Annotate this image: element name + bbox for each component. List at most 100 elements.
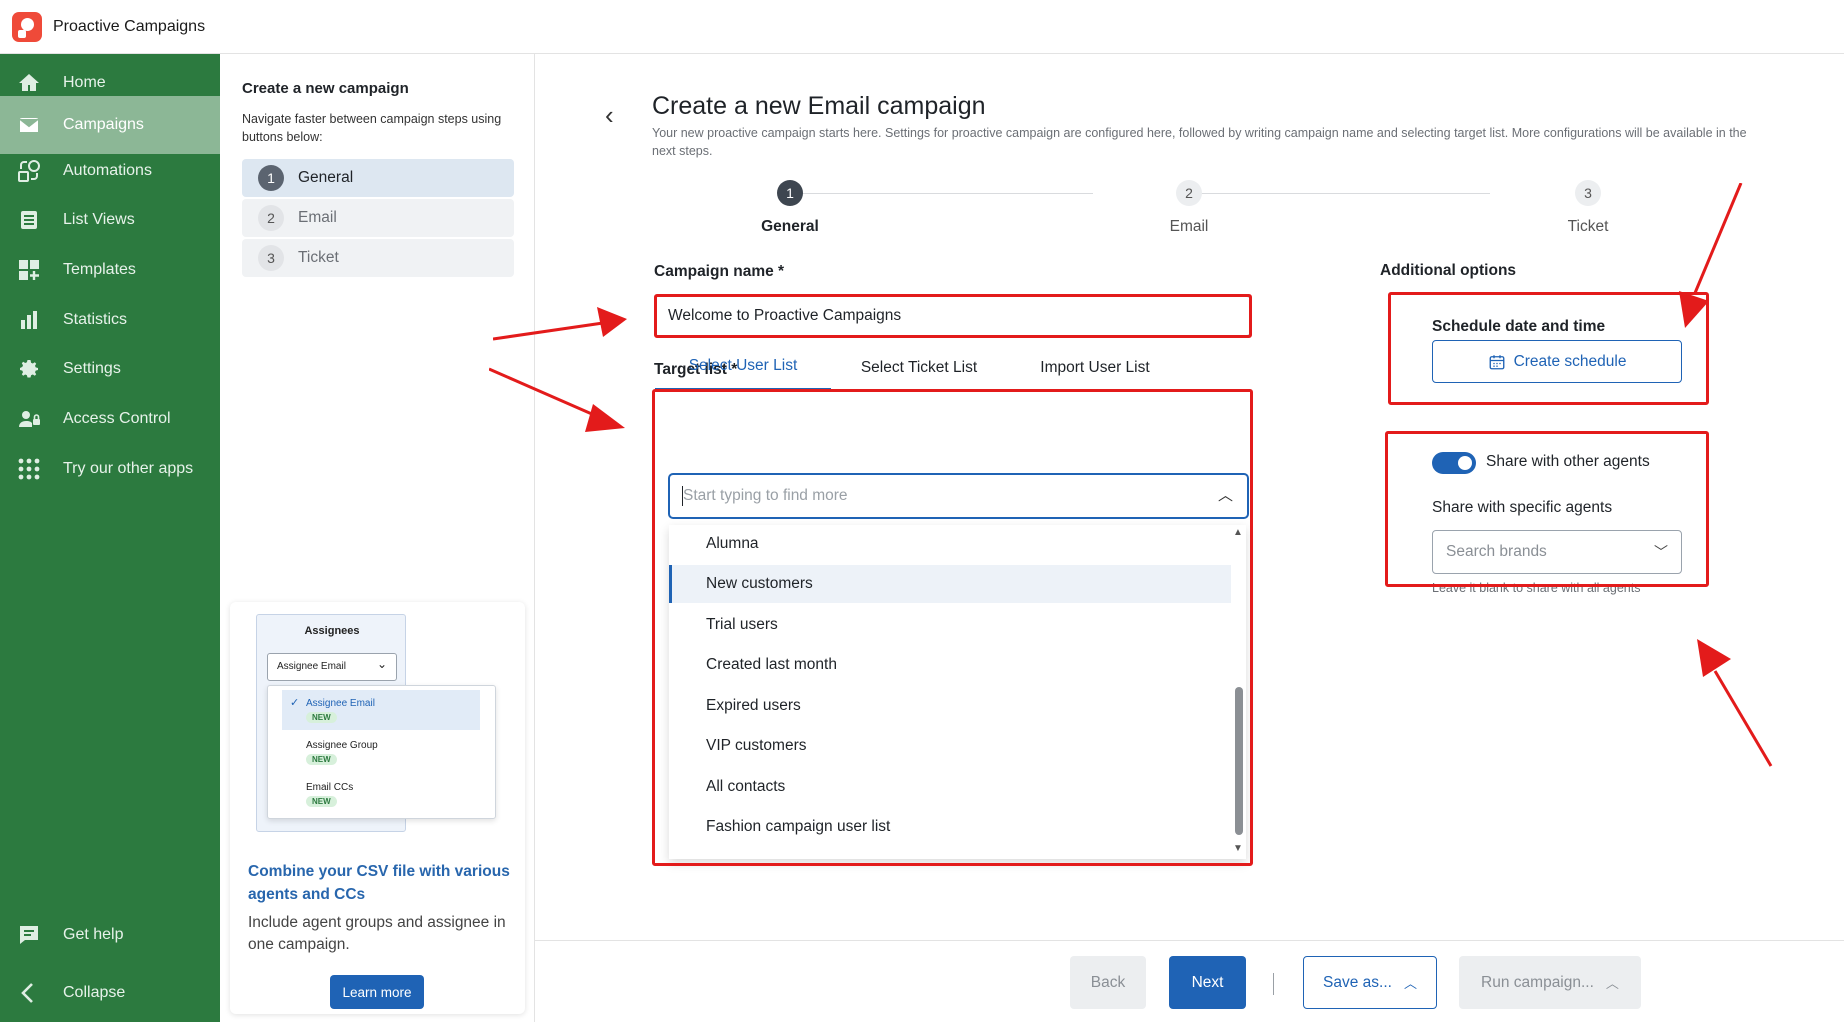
sidebar-item-label: Try our other apps (63, 460, 194, 477)
run-campaign-button[interactable]: Run campaign... ︿ (1459, 956, 1641, 1009)
mini-option-label: Assignee Email (306, 698, 375, 709)
save-as-button[interactable]: Save as... ︿ (1303, 956, 1437, 1009)
steps-panel-description: Navigate faster between campaign steps u… (242, 112, 502, 144)
mini-heading: Assignees (304, 625, 360, 637)
dropdown-scrollbar[interactable]: ▲ ▼ (1231, 525, 1246, 859)
promo-illustration: Assignees Assignee Email ✓ Assignee Emai… (256, 614, 496, 832)
app-title: Proactive Campaigns (53, 17, 206, 35)
home-icon (15, 69, 43, 97)
automation-icon (15, 157, 43, 185)
top-bar: Proactive Campaigns (0, 0, 1844, 54)
sidebar-item-get-help[interactable]: Get help (0, 906, 220, 964)
list-icon (15, 206, 43, 234)
sidebar-item-collapse[interactable]: Collapse (0, 964, 220, 1022)
step-nav-email[interactable]: 2 Email (242, 199, 514, 237)
additional-options-title: Additional options (1380, 262, 1517, 279)
grid-dots-icon (15, 455, 43, 483)
stepper-connector (1192, 193, 1490, 194)
gear-icon (15, 355, 43, 383)
promo-card: Assignees Assignee Email ✓ Assignee Emai… (230, 602, 525, 1014)
target-list-search-input[interactable]: Start typing to find more ︿ (668, 473, 1249, 519)
dropdown-option[interactable]: Expired users (669, 687, 1231, 725)
stepper-step-email[interactable]: 2 (1176, 180, 1202, 206)
search-brands-select[interactable]: Search brands ﹀ (1432, 530, 1682, 574)
tab-select-ticket-list[interactable]: Select Ticket List (831, 344, 1007, 391)
dropdown-option[interactable]: Trial users (669, 606, 1231, 644)
text-caret (682, 486, 683, 506)
mini-option-label: Assignee Group (306, 740, 378, 751)
scroll-up-arrow-icon[interactable]: ▲ (1233, 527, 1243, 538)
app-logo-icon (12, 11, 42, 42)
save-as-label: Save as... (1323, 973, 1392, 991)
step-nav-ticket[interactable]: 3 Ticket (242, 239, 514, 277)
stepper-step-ticket[interactable]: 3 (1575, 180, 1601, 206)
mini-option: ✓ Assignee Email NEW (282, 690, 480, 730)
mini-menu: ✓ Assignee Email NEW Assignee Group NEW … (267, 685, 496, 819)
sidebar-item-label: Settings (63, 360, 121, 377)
stepper-label: Email (1169, 218, 1209, 235)
chevron-up-icon: ︿ (1605, 976, 1619, 991)
step-number: 3 (258, 245, 284, 271)
back-button[interactable]: Back (1070, 956, 1146, 1009)
dropdown-option[interactable]: New customers (669, 565, 1231, 603)
step-number: 2 (258, 205, 284, 231)
footer-divider (1273, 973, 1274, 995)
sidebar-item-label: Statistics (63, 311, 128, 328)
mini-option: Assignee Group NEW (282, 732, 480, 772)
stepper-connector (793, 193, 1093, 194)
templates-icon (15, 256, 43, 284)
back-chevron-icon[interactable]: ‹ (605, 100, 614, 131)
create-schedule-button[interactable]: Create schedule (1432, 340, 1682, 383)
sidebar-item-other-apps[interactable]: Try our other apps (0, 440, 220, 498)
new-badge: NEW (306, 712, 337, 723)
main-content: ‹ Create a new Email campaign Your new p… (489, 54, 1844, 1022)
mini-select: Assignee Email (267, 651, 397, 681)
step-nav-general[interactable]: 1 General (242, 159, 514, 197)
sidebar-item-label: List Views (63, 211, 135, 228)
share-toggle-label: Share with other agents (1486, 453, 1650, 470)
steps-panel: Create a new campaign Navigate faster be… (220, 54, 535, 1022)
sidebar-item-label: Automations (63, 162, 152, 179)
sidebar-item-label: Get help (63, 926, 124, 943)
specific-agents-label: Share with specific agents (1432, 499, 1613, 516)
target-list-dropdown: Alumna New customers Trial users Created… (669, 525, 1246, 859)
share-help-text: Leave it blank to share with all agents (1432, 581, 1641, 595)
campaign-name-input[interactable]: Welcome to Proactive Campaigns (654, 296, 1251, 336)
step-label: Email (298, 209, 337, 226)
dropdown-option[interactable]: Alumna (669, 525, 1231, 563)
tab-import-user-list[interactable]: Import User List (1007, 344, 1183, 391)
sidebar-item-label: Campaigns (63, 116, 144, 133)
search-placeholder: Start typing to find more (683, 487, 848, 504)
dropdown-option[interactable]: All contacts (669, 768, 1231, 806)
next-button[interactable]: Next (1169, 956, 1246, 1009)
chevron-up-icon[interactable]: ︿ (1218, 475, 1233, 517)
sidebar: Home Campaigns Automations List Views Te… (0, 54, 220, 1022)
new-badge: NEW (306, 754, 337, 765)
dropdown-option[interactable]: Created last month (669, 646, 1231, 684)
learn-more-button[interactable]: Learn more (330, 975, 424, 1009)
stepper-step-general[interactable]: 1 (777, 180, 803, 206)
share-with-agents-toggle[interactable] (1432, 452, 1476, 474)
stepper-label: Ticket (1567, 218, 1609, 235)
promo-body: Include agent groups and assignee in one… (248, 914, 506, 953)
step-label: Ticket (298, 249, 339, 266)
chevron-down-icon: ﹀ (1654, 544, 1668, 560)
run-campaign-label: Run campaign... (1481, 973, 1594, 991)
dropdown-option[interactable]: VIP customers (669, 727, 1231, 765)
step-number: 1 (258, 165, 284, 191)
dropdown-option[interactable]: Fashion campaign user list (669, 808, 1231, 846)
chevron-left-icon (15, 979, 43, 1007)
scroll-down-arrow-icon[interactable]: ▼ (1233, 843, 1243, 854)
steps-panel-title: Create a new campaign (242, 80, 409, 97)
sidebar-item-label: Templates (63, 261, 136, 278)
step-label: General (298, 169, 354, 186)
promo-heading: Combine your CSV file with various agent… (248, 863, 510, 903)
chevron-up-icon: ︿ (1403, 976, 1417, 991)
sidebar-item-label: Home (63, 74, 106, 91)
footer-bar: Back Next Save as... ︿ Run campaign... ︿ (535, 940, 1844, 1022)
create-schedule-label: Create schedule (1513, 352, 1627, 370)
tab-select-user-list[interactable]: Select User List (655, 344, 831, 391)
scrollbar-thumb[interactable] (1235, 687, 1243, 835)
page-title: Create a new Email campaign (652, 92, 986, 120)
chat-icon (15, 921, 43, 949)
